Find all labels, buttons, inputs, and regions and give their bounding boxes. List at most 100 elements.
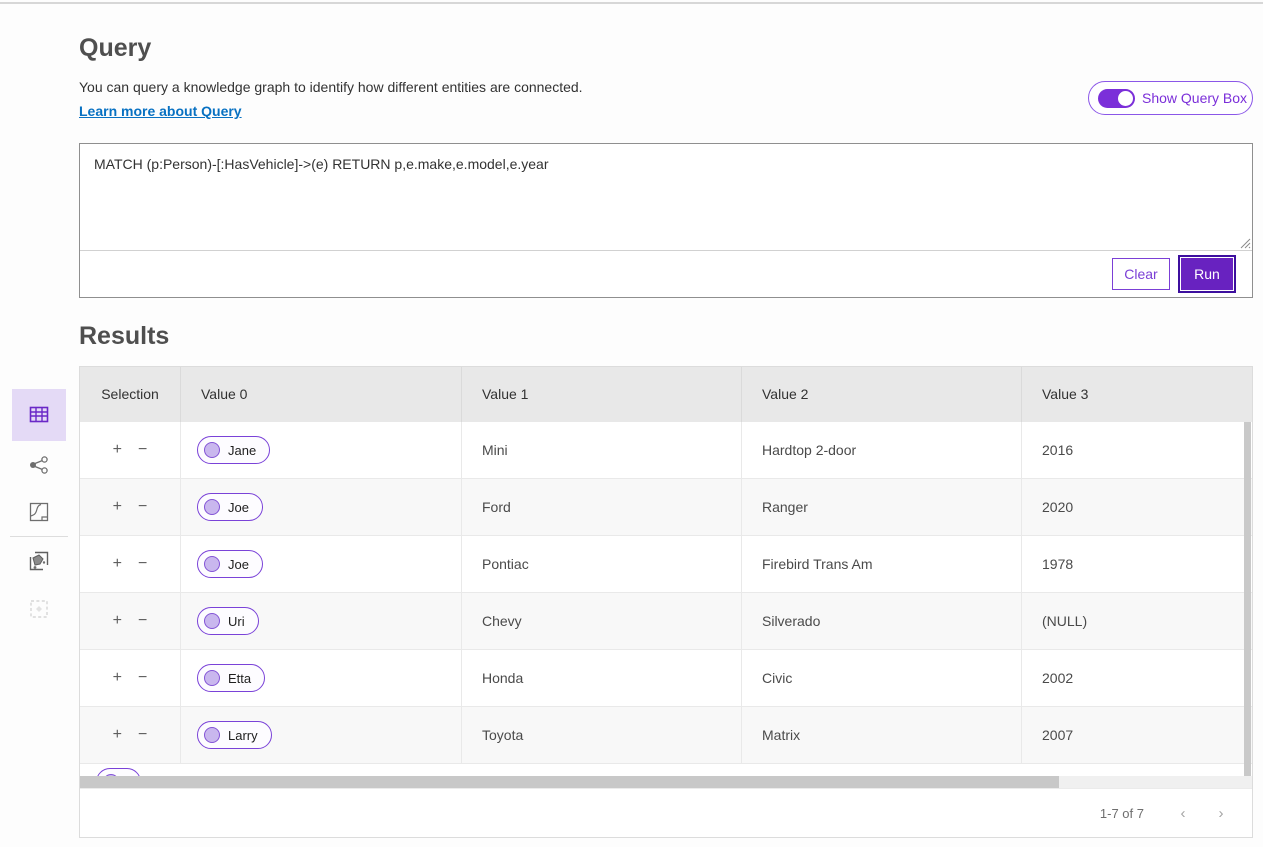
horizontal-scrollbar-track[interactable] [80,776,1252,788]
entity-cell: Joe [180,536,461,592]
toggle-switch-icon[interactable] [1098,89,1135,108]
table-row: + − Joe Ford Ranger 2020 [80,479,1252,536]
value-1-cell: Honda [461,650,741,706]
map-icon [28,501,50,523]
remove-from-selection-button[interactable]: − [138,556,147,572]
add-to-selection-button[interactable]: + [113,499,122,515]
entity-name: Jane [228,443,256,458]
page-description: You can query a knowledge graph to ident… [79,79,583,95]
sidebar-item-table-view[interactable] [12,389,66,441]
entity-name: Joe [228,500,249,515]
value-3-cell: 2002 [1021,650,1252,706]
value-2-cell: Matrix [741,707,1021,763]
entity-chip[interactable]: Etta [197,664,265,692]
remove-from-selection-button[interactable]: − [138,613,147,629]
remove-from-selection-button[interactable]: − [138,442,147,458]
add-to-selection-button[interactable]: + [113,613,122,629]
selection-box-icon [28,598,50,620]
new-map-layer-icon [27,549,51,573]
add-to-selection-button[interactable]: + [113,556,122,572]
table-row: + − Uri Chevy Silverado (NULL) [80,593,1252,650]
entity-cell: Joe [180,479,461,535]
value-3-cell: 2020 [1021,479,1252,535]
entity-chip[interactable] [96,768,141,776]
value-3-cell: 1978 [1021,536,1252,592]
remove-from-selection-button[interactable]: − [138,499,147,515]
entity-name: Joe [228,557,249,572]
entity-chip[interactable]: Larry [197,721,272,749]
row-selection-cell: + − [80,422,180,478]
value-1-cell: Ford [461,479,741,535]
query-input[interactable]: MATCH (p:Person)-[:HasVehicle]->(e) RETU… [80,144,1252,250]
pagination-next-button[interactable]: › [1208,800,1234,826]
page-title: Query [79,34,151,63]
link-chart-icon [27,453,51,477]
value-1-cell: Mini [461,422,741,478]
column-header: Value 2 [741,367,1021,422]
entity-cell: Etta [180,650,461,706]
table-row: + − Etta Honda Civic 2002 [80,650,1252,707]
table-row: + − Jane Mini Hardtop 2-door 2016 [80,422,1252,479]
column-header: Value 0 [180,367,461,422]
entity-dot-icon [204,442,220,458]
top-border-line [0,2,1263,4]
value-3-cell: 2007 [1021,707,1252,763]
entity-name: Etta [228,671,251,686]
entity-cell: Larry [180,707,461,763]
table-row-partial [80,764,1252,776]
add-to-selection-button[interactable]: + [113,727,122,743]
row-selection-cell: + − [80,650,180,706]
horizontal-scrollbar-thumb[interactable] [80,776,1059,788]
table-row: + − Joe Pontiac Firebird Trans Am 1978 [80,536,1252,593]
entity-dot-icon [204,613,220,629]
table-icon [27,403,51,427]
pagination-range-label: 1-7 of 7 [1100,806,1144,821]
sidebar-item-map-view[interactable] [12,499,66,525]
table-row: + − Larry Toyota Matrix 2007 [80,707,1252,764]
entity-name: Larry [228,728,258,743]
run-button[interactable]: Run [1181,258,1233,290]
vertical-scrollbar[interactable] [1244,422,1251,776]
entity-dot-icon [204,499,220,515]
learn-more-link[interactable]: Learn more about Query [79,103,242,119]
column-header: Value 1 [461,367,741,422]
column-header: Value 3 [1021,367,1252,422]
value-2-cell: Civic [741,650,1021,706]
entity-chip[interactable]: Jane [197,436,270,464]
sidebar-item-add-to-map[interactable] [12,548,66,574]
table-footer: 1-7 of 7 ‹ › [80,788,1252,837]
results-title: Results [79,322,169,351]
show-query-box-toggle[interactable]: Show Query Box [1088,81,1253,115]
entity-cell: Jane [180,422,461,478]
row-selection-cell: + − [80,536,180,592]
resize-grip-icon[interactable] [1237,235,1251,249]
column-header: Selection [80,367,180,422]
sidebar-divider [10,536,68,537]
query-actions-bar: Clear Run [80,251,1252,297]
add-to-selection-button[interactable]: + [113,442,122,458]
entity-chip[interactable]: Joe [197,550,263,578]
value-1-cell: Toyota [461,707,741,763]
row-selection-cell: + − [80,593,180,649]
sidebar-item-link-chart-view[interactable] [12,452,66,478]
add-to-selection-button[interactable]: + [113,670,122,686]
entity-chip[interactable]: Joe [197,493,263,521]
pagination-prev-button[interactable]: ‹ [1170,800,1196,826]
value-2-cell: Ranger [741,479,1021,535]
table-header-row: SelectionValue 0Value 1Value 2Value 3 [80,367,1252,422]
value-2-cell: Silverado [741,593,1021,649]
entity-chip[interactable]: Uri [197,607,259,635]
entity-dot-icon [204,727,220,743]
sidebar-item-selection-tool-disabled [12,596,66,622]
remove-from-selection-button[interactable]: − [138,727,147,743]
row-selection-cell: + − [80,707,180,763]
entity-name: Uri [228,614,245,629]
value-3-cell: 2016 [1021,422,1252,478]
value-1-cell: Pontiac [461,536,741,592]
value-2-cell: Firebird Trans Am [741,536,1021,592]
clear-button[interactable]: Clear [1112,258,1170,290]
value-3-cell: (NULL) [1021,593,1252,649]
remove-from-selection-button[interactable]: − [138,670,147,686]
entity-cell: Uri [180,593,461,649]
results-table: SelectionValue 0Value 1Value 2Value 3 + … [79,366,1253,838]
